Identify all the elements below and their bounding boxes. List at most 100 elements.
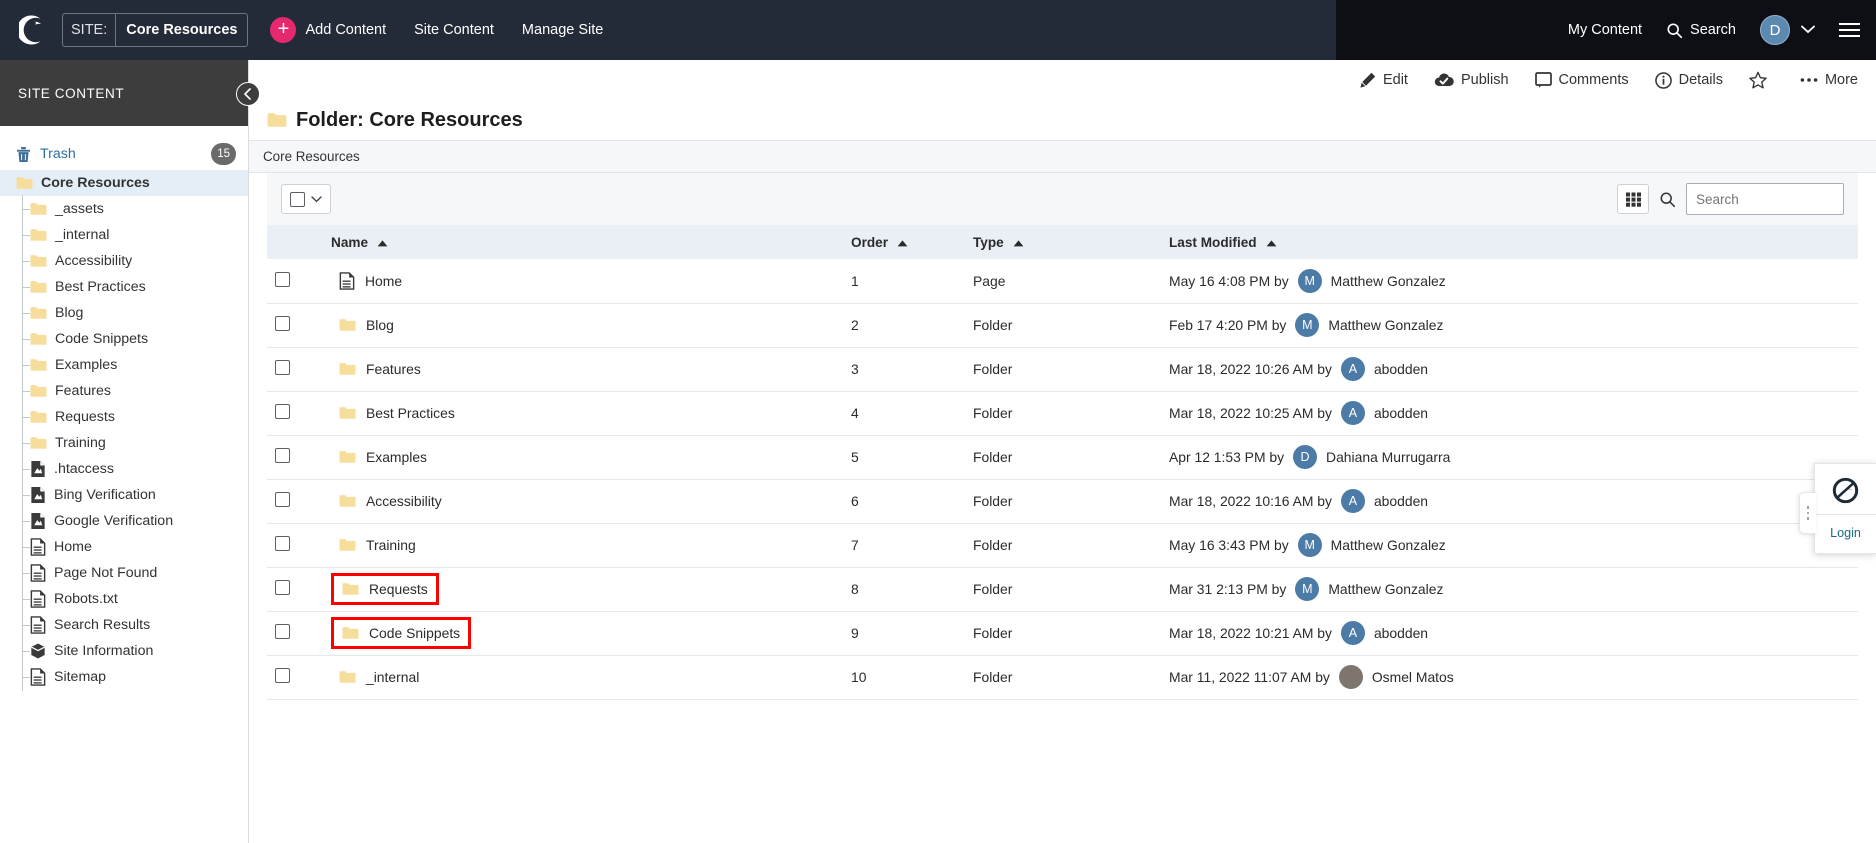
row-checkbox[interactable]: [275, 492, 290, 507]
table-row[interactable]: Training 7 Folder May 16 3:43 PM by M Matthew…: [267, 523, 1858, 568]
select-all-dropdown[interactable]: [281, 184, 331, 214]
row-name-cell[interactable]: Code Snippets: [323, 611, 843, 656]
drag-handle-icon[interactable]: [1799, 492, 1816, 534]
table-row[interactable]: Blog 2 Folder Feb 17 4:20 PM by M Matthew Gon…: [267, 303, 1858, 348]
th-type[interactable]: Type: [965, 225, 1161, 259]
row-modified-date: Apr 12 1:53 PM by: [1169, 449, 1285, 465]
sidebar-tree-item[interactable]: Core Resources: [0, 170, 248, 196]
row-modified-user: Osmel Matos: [1371, 669, 1454, 685]
row-checkbox-cell[interactable]: [267, 567, 323, 612]
row-name-cell[interactable]: Features: [323, 347, 843, 392]
sidebar-tree-item[interactable]: Code Snippets: [0, 325, 248, 353]
row-checkbox[interactable]: [275, 316, 290, 331]
sidebar-tree-item-label: Blog: [55, 305, 84, 321]
publish-button[interactable]: Publish: [1434, 72, 1509, 88]
row-order-cell: 7: [843, 523, 965, 568]
row-checkbox[interactable]: [275, 624, 290, 639]
sidebar-tree-item[interactable]: Requests: [0, 403, 248, 431]
row-checkbox[interactable]: [275, 668, 290, 683]
th-order[interactable]: Order: [843, 225, 965, 259]
site-selector[interactable]: SITE: Core Resources: [62, 13, 249, 47]
cascade-moon-logo-icon[interactable]: [12, 8, 56, 52]
page-icon: [30, 538, 46, 556]
more-button[interactable]: More: [1800, 72, 1858, 88]
table-row[interactable]: _internal 10 Folder Mar 11, 2022 11:07 AM b…: [267, 655, 1858, 700]
breadcrumb-item-core-resources[interactable]: Core Resources: [263, 149, 360, 164]
row-checkbox-cell[interactable]: [267, 435, 323, 480]
th-name[interactable]: Name: [323, 225, 843, 259]
sidebar-tree-item[interactable]: Robots.txt: [0, 585, 248, 613]
sidebar-tree-item[interactable]: Best Practices: [0, 273, 248, 301]
sidebar-tree-item[interactable]: Page Not Found: [0, 559, 248, 587]
row-order-cell: 4: [843, 391, 965, 436]
sidebar-tree-item[interactable]: Examples: [0, 351, 248, 379]
row-checkbox[interactable]: [275, 580, 290, 595]
table-row[interactable]: Code Snippets 9 Folder Mar 18, 2022 10:21 A…: [267, 611, 1858, 656]
grid-view-button[interactable]: [1617, 184, 1649, 214]
row-name-cell[interactable]: Blog: [323, 303, 843, 348]
search-button[interactable]: Search: [1666, 22, 1736, 39]
table-row[interactable]: Examples 5 Folder Apr 12 1:53 PM by D Dahiana…: [267, 435, 1858, 480]
sidebar-item-trash[interactable]: Trash 15: [0, 138, 248, 170]
sidebar-tree-item[interactable]: Search Results: [0, 611, 248, 639]
table-search-icon[interactable]: [1659, 191, 1676, 208]
row-checkbox-cell[interactable]: [267, 655, 323, 700]
row-checkbox-cell[interactable]: [267, 391, 323, 436]
sidebar-tree-item[interactable]: Site Information: [0, 637, 248, 665]
folder-icon: [339, 363, 356, 375]
row-checkbox-cell[interactable]: [267, 347, 323, 392]
widget-login-link[interactable]: Login: [1815, 515, 1876, 553]
row-checkbox[interactable]: [275, 448, 290, 463]
table-row[interactable]: Home 1 Page May 16 4:08 PM by M Matthew Gonza…: [267, 259, 1858, 304]
hamburger-menu-icon[interactable]: [1839, 23, 1860, 37]
row-checkbox[interactable]: [275, 360, 290, 375]
block-icon: [31, 643, 45, 659]
row-checkbox-cell[interactable]: [267, 523, 323, 568]
th-last-modified[interactable]: Last Modified: [1161, 225, 1858, 259]
table-row[interactable]: Requests 8 Folder Mar 31 2:13 PM by M Matthew…: [267, 567, 1858, 612]
details-button[interactable]: Details: [1654, 71, 1723, 89]
nav-site-content[interactable]: Site Content: [414, 22, 494, 38]
row-name-cell[interactable]: Training: [323, 523, 843, 568]
sidebar-tree-item[interactable]: Training: [0, 429, 248, 457]
row-name-cell[interactable]: Best Practices: [323, 391, 843, 436]
row-checkbox-cell[interactable]: [267, 479, 323, 524]
table-row[interactable]: Features 3 Folder Mar 18, 2022 10:26 AM by A…: [267, 347, 1858, 392]
row-name-cell[interactable]: Home: [323, 259, 843, 304]
folder-icon: [339, 319, 356, 331]
sidebar-tree-item[interactable]: Home: [0, 533, 248, 561]
sidebar-tree-item[interactable]: Accessibility: [0, 247, 248, 275]
chevron-down-icon[interactable]: [1801, 21, 1815, 39]
row-checkbox-cell[interactable]: [267, 259, 323, 304]
sidebar-tree-item[interactable]: Bing Verification: [0, 481, 248, 509]
sidebar-tree-item[interactable]: Features: [0, 377, 248, 405]
row-name-cell[interactable]: Requests: [323, 567, 843, 612]
my-content-link[interactable]: My Content: [1568, 22, 1642, 38]
row-checkbox[interactable]: [275, 271, 290, 287]
sidebar-tree-item[interactable]: _internal: [0, 221, 248, 249]
sidebar-tree-item[interactable]: _assets: [0, 195, 248, 223]
page-icon: [30, 616, 46, 634]
nav-manage-site[interactable]: Manage Site: [522, 22, 603, 38]
edit-button[interactable]: Edit: [1360, 72, 1408, 88]
row-checkbox[interactable]: [275, 404, 290, 419]
sidebar-tree-item[interactable]: .htaccess: [0, 455, 248, 483]
table-row[interactable]: Best Practices 4 Folder Mar 18, 2022 10:25 …: [267, 391, 1858, 436]
table-search-input[interactable]: [1686, 183, 1844, 215]
floating-login-widget[interactable]: Login: [1799, 463, 1876, 554]
sidebar-collapse-button[interactable]: [236, 82, 260, 106]
row-name-cell[interactable]: _internal: [323, 655, 843, 700]
row-checkbox-cell[interactable]: [267, 303, 323, 348]
sidebar-tree-item[interactable]: Blog: [0, 299, 248, 327]
table-row[interactable]: Accessibility 6 Folder Mar 18, 2022 10:16 A…: [267, 479, 1858, 524]
row-checkbox-cell[interactable]: [267, 611, 323, 656]
sidebar-tree-item[interactable]: Sitemap: [0, 663, 248, 691]
row-name-cell[interactable]: Accessibility: [323, 479, 843, 524]
favorite-star-button[interactable]: [1749, 71, 1774, 89]
sidebar-tree-item[interactable]: Google Verification: [0, 507, 248, 535]
row-checkbox[interactable]: [275, 536, 290, 551]
add-content-button[interactable]: + Add Content: [270, 17, 386, 43]
comments-button[interactable]: Comments: [1534, 72, 1629, 88]
user-avatar[interactable]: D: [1760, 15, 1790, 45]
row-name-cell[interactable]: Examples: [323, 435, 843, 480]
